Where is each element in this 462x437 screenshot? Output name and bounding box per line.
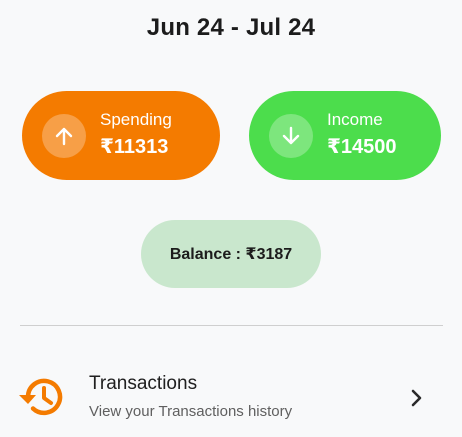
transactions-menu-item[interactable]: Transactions View your Transactions hist… [0,360,462,435]
dashboard-screen: Jun 24 - Jul 24 Spending ₹11313 Income ₹… [0,0,462,437]
spending-card[interactable]: Spending ₹11313 [22,91,220,180]
balance-badge: Balance : ₹3187 [141,220,321,288]
arrow-up-icon [42,113,86,158]
period-title: Jun 24 - Jul 24 [146,14,316,41]
income-label: Income [327,110,383,129]
arrow-down-icon [269,113,313,158]
history-icon [19,378,63,416]
spending-amount: ₹11313 [100,136,169,158]
transactions-subtitle: View your Transactions history [89,403,293,420]
divider [20,325,443,326]
income-amount: ₹14500 [327,136,397,158]
income-card[interactable]: Income ₹14500 [249,91,441,180]
spending-label: Spending [100,110,172,129]
transactions-title: Transactions [89,373,198,394]
chevron-right-icon[interactable] [406,388,426,408]
